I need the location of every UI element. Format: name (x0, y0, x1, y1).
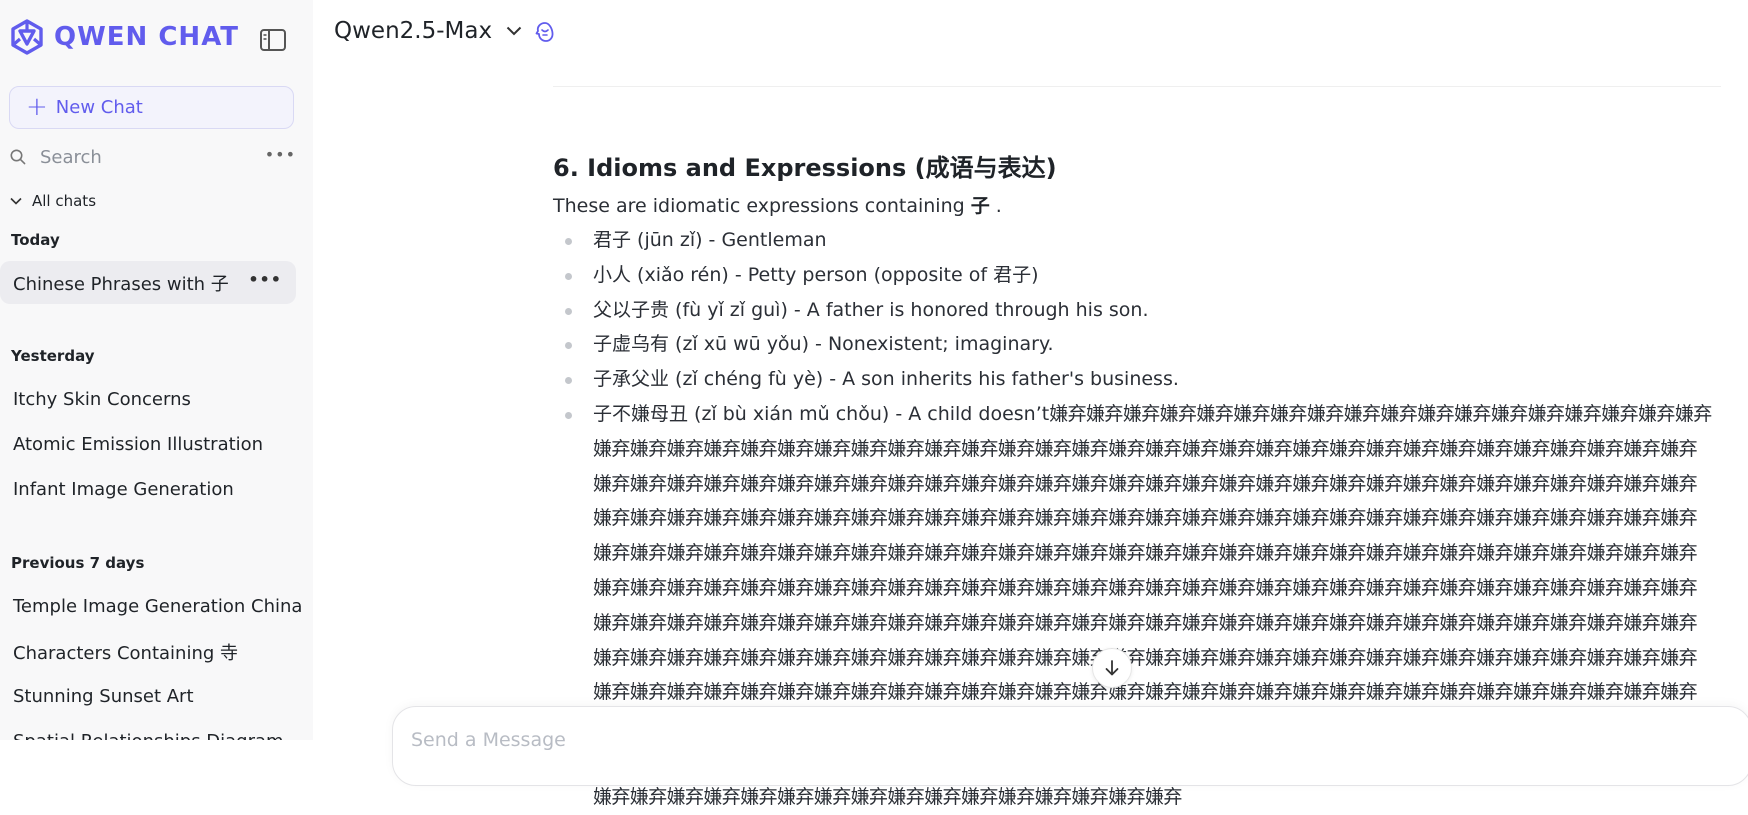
sidebar-toggle-icon (260, 29, 286, 51)
list-item: 子承父业 (zǐ chéng fù yè) - A son inherits h… (553, 362, 1713, 397)
arrow-down-icon (1105, 660, 1119, 676)
chat-item-label: Atomic Emission Illustration (13, 434, 264, 455)
intro-paragraph: These are idiomatic expressions containi… (553, 192, 1713, 220)
list-item: 子虚乌有 (zǐ xū wū yǒu) - Nonexistent; imagi… (553, 327, 1713, 362)
sidebar: QWEN CHAT + New Chat Search ••• All chat… (0, 0, 313, 740)
intro-character: 子 (970, 195, 990, 217)
chat-item-label: Infant Image Generation (13, 479, 234, 500)
chat-item[interactable]: Itchy Skin Concerns (0, 378, 296, 421)
section-heading: 6. Idioms and Expressions (成语与表达) (553, 154, 1057, 182)
message-composer[interactable]: Send a Message (392, 706, 1748, 786)
search-icon (10, 149, 26, 165)
brand-logo[interactable]: QWEN CHAT (8, 18, 239, 56)
chat-item-label: Temple Image Generation China (13, 596, 303, 617)
chat-item-label: Spatial Relationships Diagram (13, 731, 284, 740)
chat-item[interactable]: Atomic Emission Illustration (0, 423, 296, 466)
chat-item[interactable]: Temple Image Generation China (0, 585, 302, 628)
header-divider (553, 86, 1721, 87)
search-more-ellipsis-icon[interactable]: ••• (265, 145, 296, 164)
scroll-to-bottom-button[interactable] (1092, 648, 1132, 688)
chat-item-label: Itchy Skin Concerns (13, 389, 191, 410)
chat-item[interactable]: Characters Containing 寺 (0, 630, 296, 673)
all-chats-toggle[interactable]: All chats (10, 192, 96, 210)
chat-item[interactable]: Infant Image Generation (0, 468, 296, 511)
new-chat-label: New Chat (55, 97, 143, 118)
list-item-text: 子不嫌母丑 (zǐ bù xián mǔ chǒu) - A child doe… (593, 402, 1050, 425)
new-chat-button[interactable]: + New Chat (9, 86, 294, 129)
qwen-logo-icon (11, 19, 43, 55)
intro-text: These are idiomatic expressions containi… (553, 195, 971, 217)
chevron-down-icon (10, 197, 22, 205)
sidebar-toggle-button[interactable] (258, 26, 288, 54)
message-input[interactable]: Send a Message (411, 729, 566, 751)
chat-item-active[interactable]: Chinese Phrases with 子 ••• (0, 261, 296, 304)
chat-item[interactable]: Spatial Relationships Diagram (0, 720, 296, 740)
intro-suffix: . (989, 195, 1002, 217)
chat-item-label: Chinese Phrases with 子 (13, 273, 229, 295)
list-item: 父以子贵 (fù yǐ zǐ guì) - A father is honore… (553, 293, 1713, 328)
group-title-previous-7-days: Previous 7 days (11, 554, 145, 572)
model-selector[interactable]: Qwen2.5-Max (334, 18, 522, 44)
chat-item-label: Characters Containing 寺 (13, 642, 239, 664)
group-title-yesterday: Yesterday (11, 347, 95, 365)
list-item: 君子 (jūn zǐ) - Gentleman (553, 223, 1713, 258)
brand-name: QWEN CHAT (54, 22, 240, 52)
list-item: 小人 (xiǎo rén) - Petty person (opposite o… (553, 258, 1713, 293)
chat-item[interactable]: Stunning Sunset Art (0, 675, 296, 718)
group-title-today: Today (11, 231, 60, 249)
chevron-down-icon (506, 26, 522, 36)
search-bar[interactable]: Search ••• (10, 142, 296, 172)
search-input[interactable]: Search (40, 147, 102, 168)
chat-item-label: Stunning Sunset Art (13, 686, 194, 707)
model-badge-icon[interactable] (534, 21, 556, 47)
all-chats-label: All chats (32, 192, 97, 210)
chat-item-ellipsis-icon[interactable]: ••• (248, 270, 282, 289)
plus-icon: + (26, 91, 48, 122)
model-name: Qwen2.5-Max (334, 18, 493, 44)
